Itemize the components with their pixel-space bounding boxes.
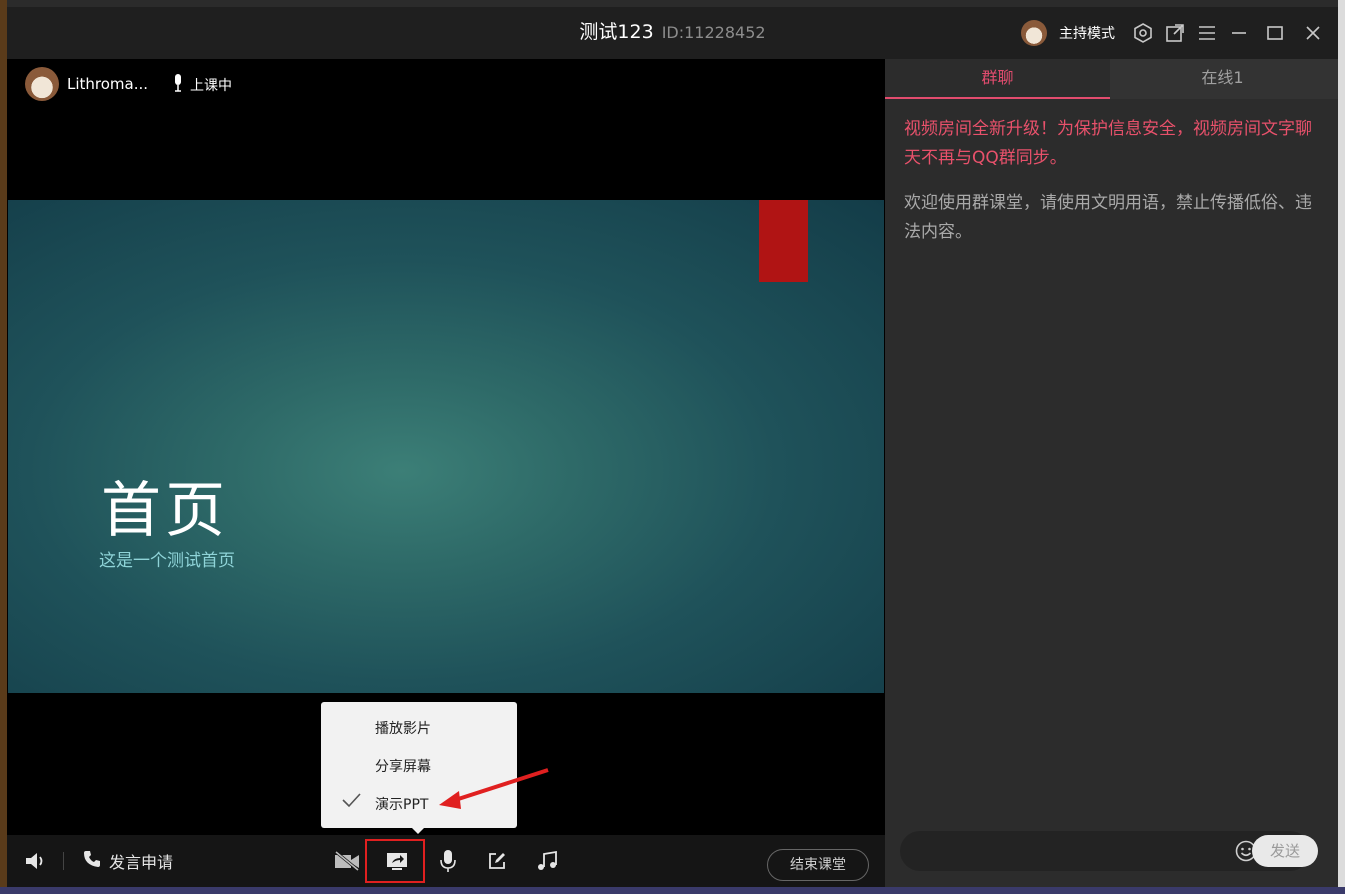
share-icon[interactable]	[381, 835, 413, 887]
chat-input[interactable]: 发送	[900, 831, 1318, 871]
menu-icon[interactable]	[1191, 7, 1223, 59]
slide-title: 首页	[101, 476, 229, 546]
microphone-button-icon[interactable]	[434, 835, 462, 887]
speak-request-label: 发言申请	[109, 853, 174, 872]
menu-item-play-video[interactable]: 播放影片	[321, 708, 517, 746]
menu-item-label: 分享屏幕	[375, 759, 431, 775]
desktop-background-bottom	[0, 887, 1345, 894]
class-status-label: 上课中	[190, 78, 232, 94]
tab-group-chat[interactable]: 群聊	[885, 59, 1110, 99]
edit-icon[interactable]	[483, 835, 511, 887]
title-bar: 测试123 ID:11228452 主持模式	[7, 7, 1338, 59]
host-mode-label[interactable]: 主持模式	[1059, 23, 1115, 43]
speak-request-button[interactable]: 发言申请	[83, 835, 193, 887]
chat-tabs: 群聊 在线1	[885, 59, 1338, 99]
ppt-slide: 首页 这是一个测试首页	[8, 200, 884, 693]
host-avatar[interactable]	[1021, 20, 1047, 46]
checkmark-icon	[341, 790, 361, 815]
divider	[63, 852, 64, 870]
room-name: 测试123	[579, 21, 654, 43]
phone-icon	[83, 850, 101, 872]
settings-icon[interactable]	[1127, 7, 1159, 59]
maximize-icon[interactable]	[1259, 7, 1291, 59]
minimize-icon[interactable]	[1223, 7, 1255, 59]
desktop-background-left	[0, 0, 7, 894]
music-icon[interactable]	[533, 835, 561, 887]
host-mode-area[interactable]: 主持模式	[1021, 7, 1115, 59]
slide-subtitle: 这是一个测试首页	[99, 551, 235, 571]
classroom-window: 测试123 ID:11228452 主持模式 Lithroma... 上课中 首…	[7, 7, 1338, 887]
presenter-name: Lithroma...	[67, 75, 149, 93]
tab-online[interactable]: 在线1	[1110, 59, 1335, 99]
room-id: ID:11228452	[661, 23, 766, 42]
video-area: Lithroma... 上课中 首页 这是一个测试首页 播放影片 分享屏幕 演示…	[7, 59, 885, 887]
send-button[interactable]: 发送	[1252, 835, 1318, 867]
class-status: 上课中	[172, 73, 232, 97]
menu-item-label: 演示PPT	[375, 797, 429, 813]
control-bar: 发言申请 结束课堂	[7, 835, 885, 887]
menu-item-label: 播放影片	[375, 721, 431, 737]
presenter-info: Lithroma...	[25, 67, 148, 101]
popout-icon[interactable]	[1159, 7, 1191, 59]
end-class-button[interactable]: 结束课堂	[767, 849, 869, 881]
camera-off-icon[interactable]	[333, 835, 361, 887]
close-icon[interactable]	[1297, 7, 1329, 59]
microphone-icon	[172, 73, 184, 97]
welcome-message: 欢迎使用群课堂，请使用文明用语，禁止传播低俗、违法内容。	[904, 193, 1312, 242]
slide-accent-bar	[759, 200, 808, 282]
desktop-background-right	[1338, 0, 1345, 894]
upgrade-notice: 视频房间全新升级！为保护信息安全，视频房间文字聊天不再与QQ群同步。	[904, 119, 1312, 168]
volume-icon[interactable]	[21, 835, 51, 887]
presenter-avatar	[25, 67, 59, 101]
chat-panel: 群聊 在线1 视频房间全新升级！为保护信息安全，视频房间文字聊天不再与QQ群同步…	[885, 59, 1338, 887]
menu-caret	[411, 827, 425, 834]
